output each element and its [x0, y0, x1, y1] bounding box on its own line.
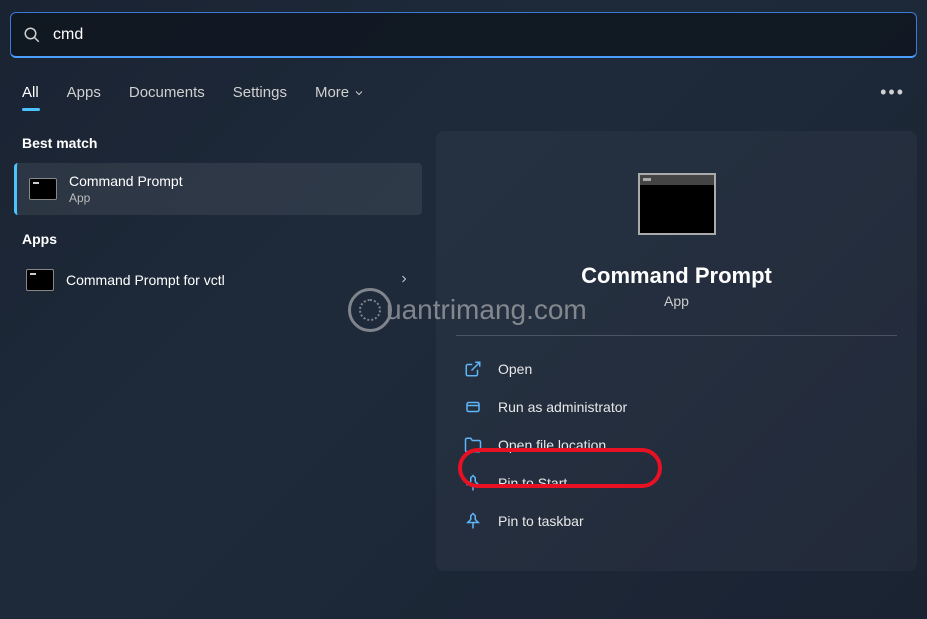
section-apps: Apps	[14, 215, 422, 259]
panel-title: Command Prompt	[456, 263, 897, 289]
result-title: Command Prompt for vctl	[66, 272, 386, 288]
open-external-icon	[464, 360, 482, 378]
search-icon	[23, 26, 41, 44]
result-subtitle: App	[69, 191, 410, 205]
tab-more[interactable]: More	[315, 84, 365, 113]
result-title: Command Prompt	[69, 173, 410, 189]
search-bar[interactable]	[10, 12, 917, 58]
action-open[interactable]: Open	[456, 350, 897, 388]
tab-all[interactable]: All	[22, 84, 39, 113]
cmd-app-icon	[26, 269, 54, 291]
section-best-match: Best match	[14, 119, 422, 163]
tab-apps[interactable]: Apps	[67, 84, 101, 113]
divider	[456, 335, 897, 336]
tab-settings[interactable]: Settings	[233, 84, 287, 113]
tab-more-label: More	[315, 84, 349, 101]
action-label: Open	[498, 361, 532, 377]
action-label: Run as administrator	[498, 399, 627, 415]
overflow-menu-button[interactable]: •••	[880, 82, 905, 115]
folder-icon	[464, 436, 482, 454]
action-pin-to-taskbar[interactable]: Pin to taskbar	[456, 502, 897, 540]
panel-subtitle: App	[456, 293, 897, 309]
result-command-prompt[interactable]: Command Prompt App	[14, 163, 422, 215]
cmd-large-icon	[638, 173, 716, 235]
cmd-app-icon	[29, 178, 57, 200]
chevron-right-icon	[398, 272, 410, 288]
filter-tabs: All Apps Documents Settings More •••	[0, 58, 927, 115]
pin-icon	[464, 474, 482, 492]
tab-documents[interactable]: Documents	[129, 84, 205, 113]
action-pin-to-start[interactable]: Pin to Start	[456, 464, 897, 502]
action-open-file-location[interactable]: Open file location	[456, 426, 897, 464]
chevron-down-icon	[353, 87, 365, 99]
results-column: Best match Command Prompt App Apps Comma…	[14, 119, 422, 301]
action-label: Pin to taskbar	[498, 513, 584, 529]
action-label: Open file location	[498, 437, 606, 453]
pin-icon	[464, 512, 482, 530]
search-input[interactable]	[53, 26, 904, 44]
result-command-prompt-vctl[interactable]: Command Prompt for vctl	[14, 259, 422, 301]
shield-icon	[464, 398, 482, 416]
action-run-as-admin[interactable]: Run as administrator	[456, 388, 897, 426]
action-label: Pin to Start	[498, 475, 567, 491]
details-panel: Command Prompt App Open Run as administr…	[436, 131, 917, 571]
